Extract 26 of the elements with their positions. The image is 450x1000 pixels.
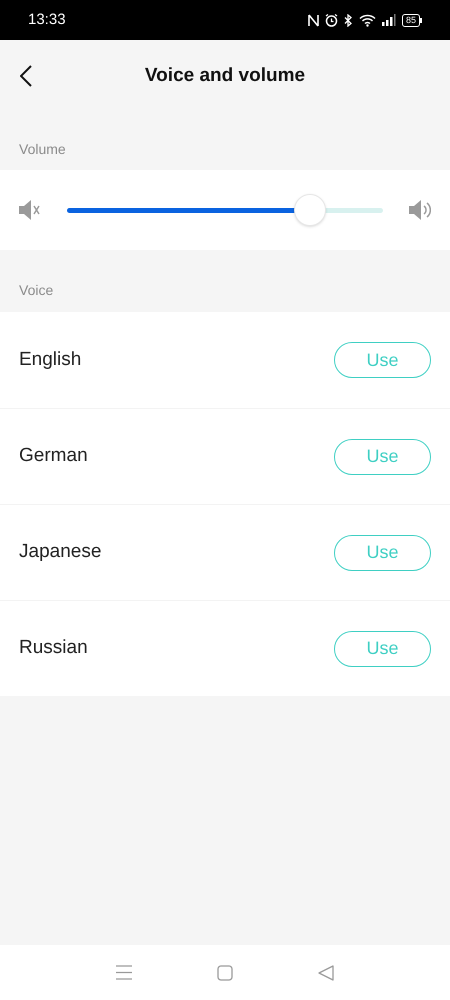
wifi-icon — [358, 14, 376, 26]
status-time: 13:33 — [28, 10, 66, 30]
alarm-icon — [324, 14, 338, 26]
section-label: Volume — [19, 140, 66, 159]
bluetooth-icon — [344, 14, 353, 26]
language-name: English — [19, 348, 82, 372]
back-icon — [20, 65, 32, 87]
use-button[interactable]: Use — [334, 630, 431, 666]
language-name: Russian — [19, 636, 88, 660]
slider-thumb[interactable] — [294, 194, 326, 226]
nfc-icon — [308, 14, 319, 26]
page-title: Voice and volume — [144, 64, 306, 88]
section-label: Voice — [19, 281, 54, 300]
language-name: Japanese — [19, 540, 102, 564]
volume-icon — [409, 200, 431, 220]
language-name: German — [19, 444, 88, 468]
battery-indicator: 85 — [402, 14, 422, 26]
back-icon[interactable] — [318, 964, 334, 980]
use-button[interactable]: Use — [334, 438, 431, 474]
mute-icon — [19, 200, 41, 220]
use-button[interactable]: Use — [334, 342, 431, 378]
home-icon[interactable] — [217, 964, 233, 980]
signal-icon — [382, 14, 396, 26]
menu-icon[interactable] — [116, 965, 132, 980]
volume-slider[interactable] — [67, 194, 383, 226]
use-button[interactable]: Use — [334, 534, 431, 570]
